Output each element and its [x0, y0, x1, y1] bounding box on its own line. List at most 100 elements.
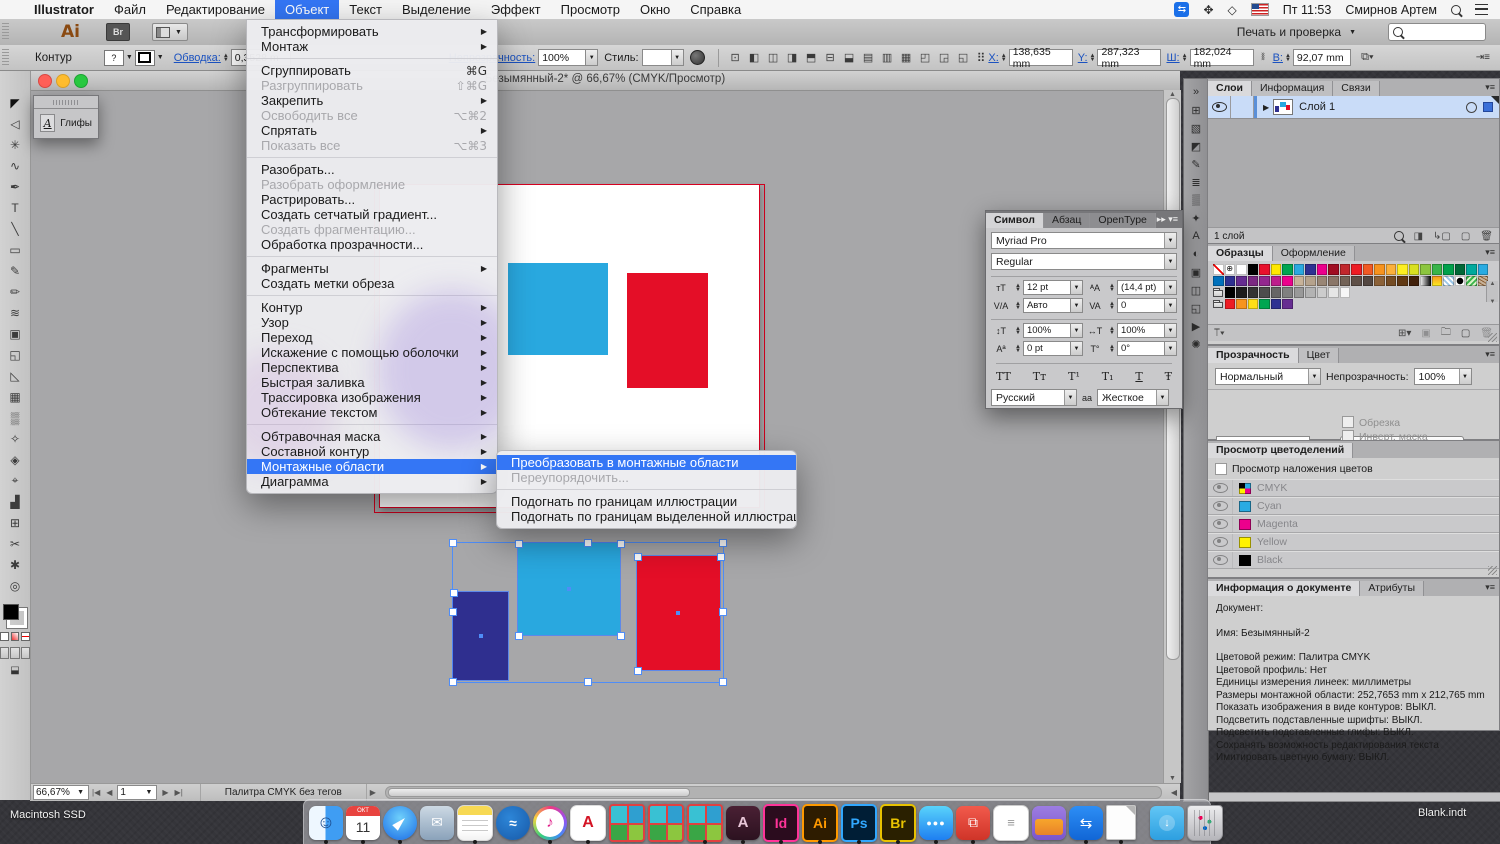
menubar-item-2[interactable]: Редактирование	[156, 0, 275, 19]
document-setup-globe-icon[interactable]	[690, 50, 705, 65]
swatch[interactable]	[1478, 264, 1489, 275]
align-left-icon[interactable]: ◧	[746, 50, 763, 65]
swatch[interactable]: ⊕	[1225, 264, 1236, 275]
menubar-item-9[interactable]: Справка	[680, 0, 751, 19]
anchor-point[interactable]	[450, 589, 458, 597]
swatch[interactable]	[1294, 264, 1305, 275]
language-dropdown[interactable]: Русский▼	[991, 389, 1077, 406]
swatch[interactable]	[1282, 264, 1293, 275]
gradient-tool[interactable]: ▒	[4, 407, 26, 428]
spotlight-search-icon[interactable]	[1451, 5, 1461, 15]
align-panel-icon[interactable]: ◫	[1186, 281, 1206, 299]
lasso-tool[interactable]: ∿	[4, 155, 26, 176]
object-menu-item-5[interactable]: Закрепить▶	[247, 93, 497, 108]
rectangle-tool[interactable]: ▭	[4, 239, 26, 260]
menubar-item-7[interactable]: Просмотр	[551, 0, 630, 19]
pencil-tool[interactable]: ✏	[4, 281, 26, 302]
font-size-field[interactable]: ▲▼12 pt▼	[1013, 280, 1083, 295]
show-swatch-kinds-icon[interactable]: ⊞▾	[1398, 328, 1411, 339]
eyedropper-tool[interactable]: ✧	[4, 428, 26, 449]
new-swatch-icon[interactable]: ▢	[1461, 328, 1470, 339]
shape-builder-tool[interactable]: ◱	[4, 344, 26, 365]
dock-calendar[interactable]: ОКТ11	[346, 802, 380, 844]
swatch[interactable]	[1236, 299, 1247, 310]
menubar-item-3[interactable]: Объект	[275, 0, 339, 19]
notification-center-icon[interactable]	[1475, 4, 1488, 15]
screen-mode-button[interactable]: ⬓	[0, 665, 30, 676]
teamviewer-menu-icon[interactable]: ⇆	[1174, 2, 1189, 17]
distribute-right-icon[interactable]: ◱	[955, 50, 972, 65]
selection-handle[interactable]	[719, 678, 727, 686]
move-anywhere-icon[interactable]: ✥	[1203, 3, 1213, 17]
color-none-gradient-row[interactable]	[0, 632, 30, 641]
artboard-red-rectangle[interactable]	[627, 273, 708, 388]
eye-icon[interactable]	[1208, 534, 1233, 550]
fill-stroke-indicator[interactable]	[3, 604, 27, 628]
x-field[interactable]: 138,635 mm	[1009, 49, 1073, 66]
baseline-shift-field[interactable]: ▲▼0 pt▼	[1013, 341, 1083, 356]
fill-color-swatch[interactable]: ?	[104, 50, 124, 66]
object-menu-item-29[interactable]: Обтравочная маска▶	[247, 429, 497, 444]
swatch[interactable]	[1271, 264, 1282, 275]
dock-photoshop[interactable]: Ps	[841, 802, 877, 844]
dock-acrobat-reader[interactable]: A	[570, 802, 606, 844]
dock-illustrator[interactable]: Ai	[802, 802, 838, 844]
layers-tab-2[interactable]: Связи	[1333, 81, 1379, 96]
anchor-point[interactable]	[717, 553, 725, 561]
menubar-item-1[interactable]: Файл	[104, 0, 156, 19]
swatch[interactable]	[1305, 276, 1316, 287]
font-family-dropdown[interactable]: Myriad Pro▼	[991, 232, 1177, 249]
swatch[interactable]	[1363, 276, 1374, 287]
make-mask-icon[interactable]: ◨	[1414, 231, 1423, 242]
swatch[interactable]	[1386, 276, 1397, 287]
dock-indesign[interactable]: Id	[763, 802, 799, 844]
kuler-panel-icon[interactable]: ✺	[1186, 335, 1206, 353]
overprint-preview-checkbox[interactable]: Просмотр наложения цветов	[1208, 458, 1499, 479]
panel-menu-icon[interactable]: ▾≡	[1485, 349, 1495, 360]
layer-target-icon[interactable]	[1466, 102, 1477, 113]
swatch[interactable]	[1259, 276, 1270, 287]
panel-resize-grip[interactable]	[1488, 566, 1497, 575]
swatch[interactable]	[1351, 276, 1362, 287]
swatch[interactable]	[1363, 264, 1374, 275]
free-transform-tool[interactable]: ▣	[4, 323, 26, 344]
constrain-proportions-icon[interactable]: ⧚	[1255, 50, 1272, 65]
swatch[interactable]	[1236, 287, 1247, 298]
last-page-button[interactable]: ▶|	[175, 788, 183, 797]
controlbar-gripper[interactable]	[2, 49, 9, 67]
separation-row-3[interactable]: Yellow	[1208, 533, 1499, 551]
dock-bridge[interactable]: Br	[880, 802, 916, 844]
swatch[interactable]	[1420, 276, 1431, 287]
transform-grid-icon[interactable]: ⠿	[977, 51, 985, 65]
object-menu-item-31[interactable]: Монтажные области▶	[247, 459, 497, 474]
column-graph-tool[interactable]: ▟	[4, 491, 26, 512]
selection-handle[interactable]	[719, 539, 727, 547]
type-tool[interactable]: T	[4, 197, 26, 218]
appbar-gripper[interactable]	[2, 23, 9, 41]
go-to-bridge-button[interactable]: Br	[106, 23, 130, 41]
dock-trash[interactable]	[1187, 802, 1223, 844]
swatch[interactable]	[1340, 264, 1351, 275]
dock-safari[interactable]	[383, 802, 417, 844]
swatches-tab-0[interactable]: Образцы	[1208, 246, 1273, 261]
dock-finder[interactable]: ☺	[309, 802, 343, 844]
swatch[interactable]	[1374, 264, 1385, 275]
align-v-middle-icon[interactable]: ⊟	[822, 50, 839, 65]
horizontal-scrollbar[interactable]	[385, 786, 1162, 799]
layer-visibility-toggle[interactable]	[1208, 96, 1231, 118]
swatch[interactable]	[1271, 299, 1282, 310]
object-menu-item-26[interactable]: Трассировка изображения▶	[247, 390, 497, 405]
char-style-button-0[interactable]: TT	[996, 370, 1011, 383]
mesh-tool[interactable]: ▦	[4, 386, 26, 407]
layers-tab-1[interactable]: Информация	[1252, 81, 1333, 96]
glyphs-tool-row[interactable]: A Глифы	[34, 109, 98, 137]
dock-photo-grid-3[interactable]	[687, 802, 723, 844]
leading-field[interactable]: ▲▼(14,4 pt)▼	[1107, 280, 1177, 295]
first-page-button[interactable]: |◀	[92, 788, 100, 797]
artboards-submenu-item-4[interactable]: Подогнать по границам выделенной иллюстр…	[497, 509, 796, 524]
stroke-link[interactable]: Обводка:	[174, 52, 221, 64]
object-menu-item-12[interactable]: Растрировать...	[247, 192, 497, 207]
width-tool[interactable]: ≋	[4, 302, 26, 323]
opacity-field[interactable]: 100%	[538, 49, 586, 66]
clip-checkbox[interactable]: Обрезка	[1342, 416, 1400, 429]
